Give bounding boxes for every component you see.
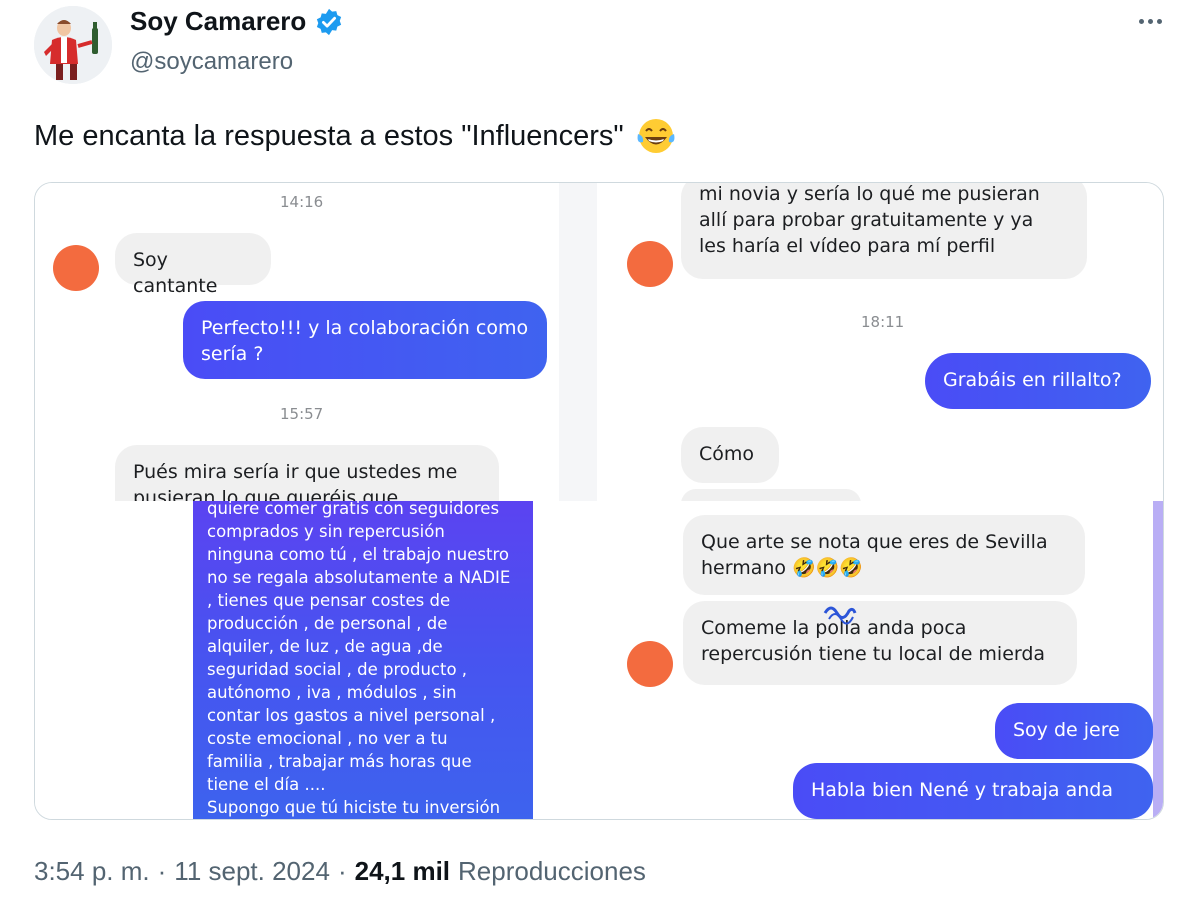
message-text-line: allí para probar gratuitamente y ya [699,209,1034,231]
contact-avatar [627,241,673,287]
author-handle[interactable]: @soycamarero [130,48,293,76]
message-text: Soy cantante [133,249,218,297]
message-outgoing: Perfecto!!! y la colaboración como sería… [183,301,547,379]
message-outgoing: Habla bien Nené y trabaja anda [793,763,1153,819]
message-text-line: mi novia y sería lo qué me pusieran [699,183,1040,205]
message-text-line: repercusión tiene tu local de mierda [701,643,1046,665]
message-outgoing: Grabáis en rillalto? [925,353,1151,409]
scroll-strip [1153,501,1163,819]
more-options-icon[interactable] [1130,6,1170,36]
message-text-line: tiene el día .... [207,775,326,794]
tweet-media[interactable]: 14:16 Soy cantante Perfecto!!! y la cola… [34,182,1164,820]
message-incoming-partial [681,489,861,501]
message-text-line: , tienes que pensar costes de [207,591,451,610]
tweet-metadata: 3:54 p. m. · 11 sept. 2024 · 24,1 mil Re… [34,856,646,887]
message-incoming: mi novia y sería lo qué me pusieran allí… [681,183,1087,279]
verified-badge-icon [317,8,342,35]
message-text: Cómo [699,443,755,465]
message-text-line: familia , trabajar más horas que [207,752,472,771]
message-text-line: hermano 🤣🤣🤣 [701,557,864,579]
separator-dot: · [337,856,347,886]
message-incoming: Soy cantante [115,233,271,297]
message-time: 15:57 [280,405,324,423]
message-outgoing: Soy de jere [995,703,1153,759]
message-text-line: sería ? [201,343,264,365]
screenshot-panel-top-left: 14:16 Soy cantante Perfecto!!! y la cola… [35,183,559,501]
message-text-line: alquiler, de luz , de agua ,de [207,637,443,656]
message-text: Soy de jere [1013,719,1120,741]
message-time: 18:11 [861,313,905,331]
message-text-line: Perfecto!!! y la colaboración como [201,317,529,339]
message-text-line: Que arte se nota que eres de Sevilla [701,531,1048,553]
tweet-date[interactable]: 11 sept. 2024 [174,856,330,887]
message-text-line: les haría el vídeo para mí perfil [699,235,996,257]
message-text-line: quiere comer gratis con seguidores [207,501,500,518]
tweet-body: Me encanta la respuesta a estos "Influen… [34,119,624,152]
views-label: Reproducciones [458,856,646,886]
tweet: Soy Camarero @soycamarero Me encanta la … [0,0,1200,900]
message-text-line: Supongo que tú hiciste tu inversión [207,798,501,817]
contact-avatar [53,245,99,291]
separator-dot: · [157,856,167,886]
message-text-line: ninguna como tú , el trabajo nuestro [207,545,509,564]
message-text-line: no se regala absolutamente a NADIE [207,568,511,587]
message-incoming: Cómo [681,427,779,483]
message-time: 14:16 [280,193,324,211]
message-text-line: seguridad social , de producto , [207,660,468,679]
screenshot-panel-top-right: mi novia y sería lo qué me pusieran allí… [597,183,1163,501]
panel-divider [559,183,597,501]
message-text-line: Comeme la polla anda poca [701,617,967,639]
author-avatar[interactable] [34,6,112,84]
message-text-line: producción , de personal , de [207,614,448,633]
message-text-line: comprados y sin repercusión [207,522,445,541]
author-display-name[interactable]: Soy Camarero [130,6,306,37]
message-incoming: Que arte se nota que eres de Sevilla her… [683,515,1085,595]
message-incoming: Pués mira sería ir que ustedes me pusier… [115,445,499,501]
message-text: Grabáis en rillalto? [943,369,1122,391]
message-text-line: autónomo , iva , módulos , sin [207,683,457,702]
waiter-avatar [34,6,112,84]
message-text-line: coste emocional , no ver a tu [207,729,448,748]
message-incoming: Comeme la polla anda poca repercusión ti… [683,601,1077,685]
views-count: 24,1 mil [354,856,451,886]
message-text: Habla bien Nené y trabaja anda [811,779,1113,801]
tweet-time[interactable]: 3:54 p. m. [34,856,150,887]
message-text-line: contar los gastos a nivel personal , [207,706,496,725]
message-outgoing-long: quiere comer gratis con seguidores compr… [193,501,533,819]
censor-scribble-icon [823,606,857,625]
contact-avatar [627,641,673,687]
message-text-line: Pués mira sería ir que ustedes me [133,461,458,483]
screenshot-panel-bottom-right: Que arte se nota que eres de Sevilla her… [603,501,1163,819]
tweet-text: Me encanta la respuesta a estos "Influen… [34,114,678,158]
message-text-line: pusieran lo que queréis que [133,487,399,501]
face-with-tears-of-joy-icon [637,119,675,153]
screenshot-panel-bottom-left: quiere comer gratis con seguidores compr… [35,501,603,819]
